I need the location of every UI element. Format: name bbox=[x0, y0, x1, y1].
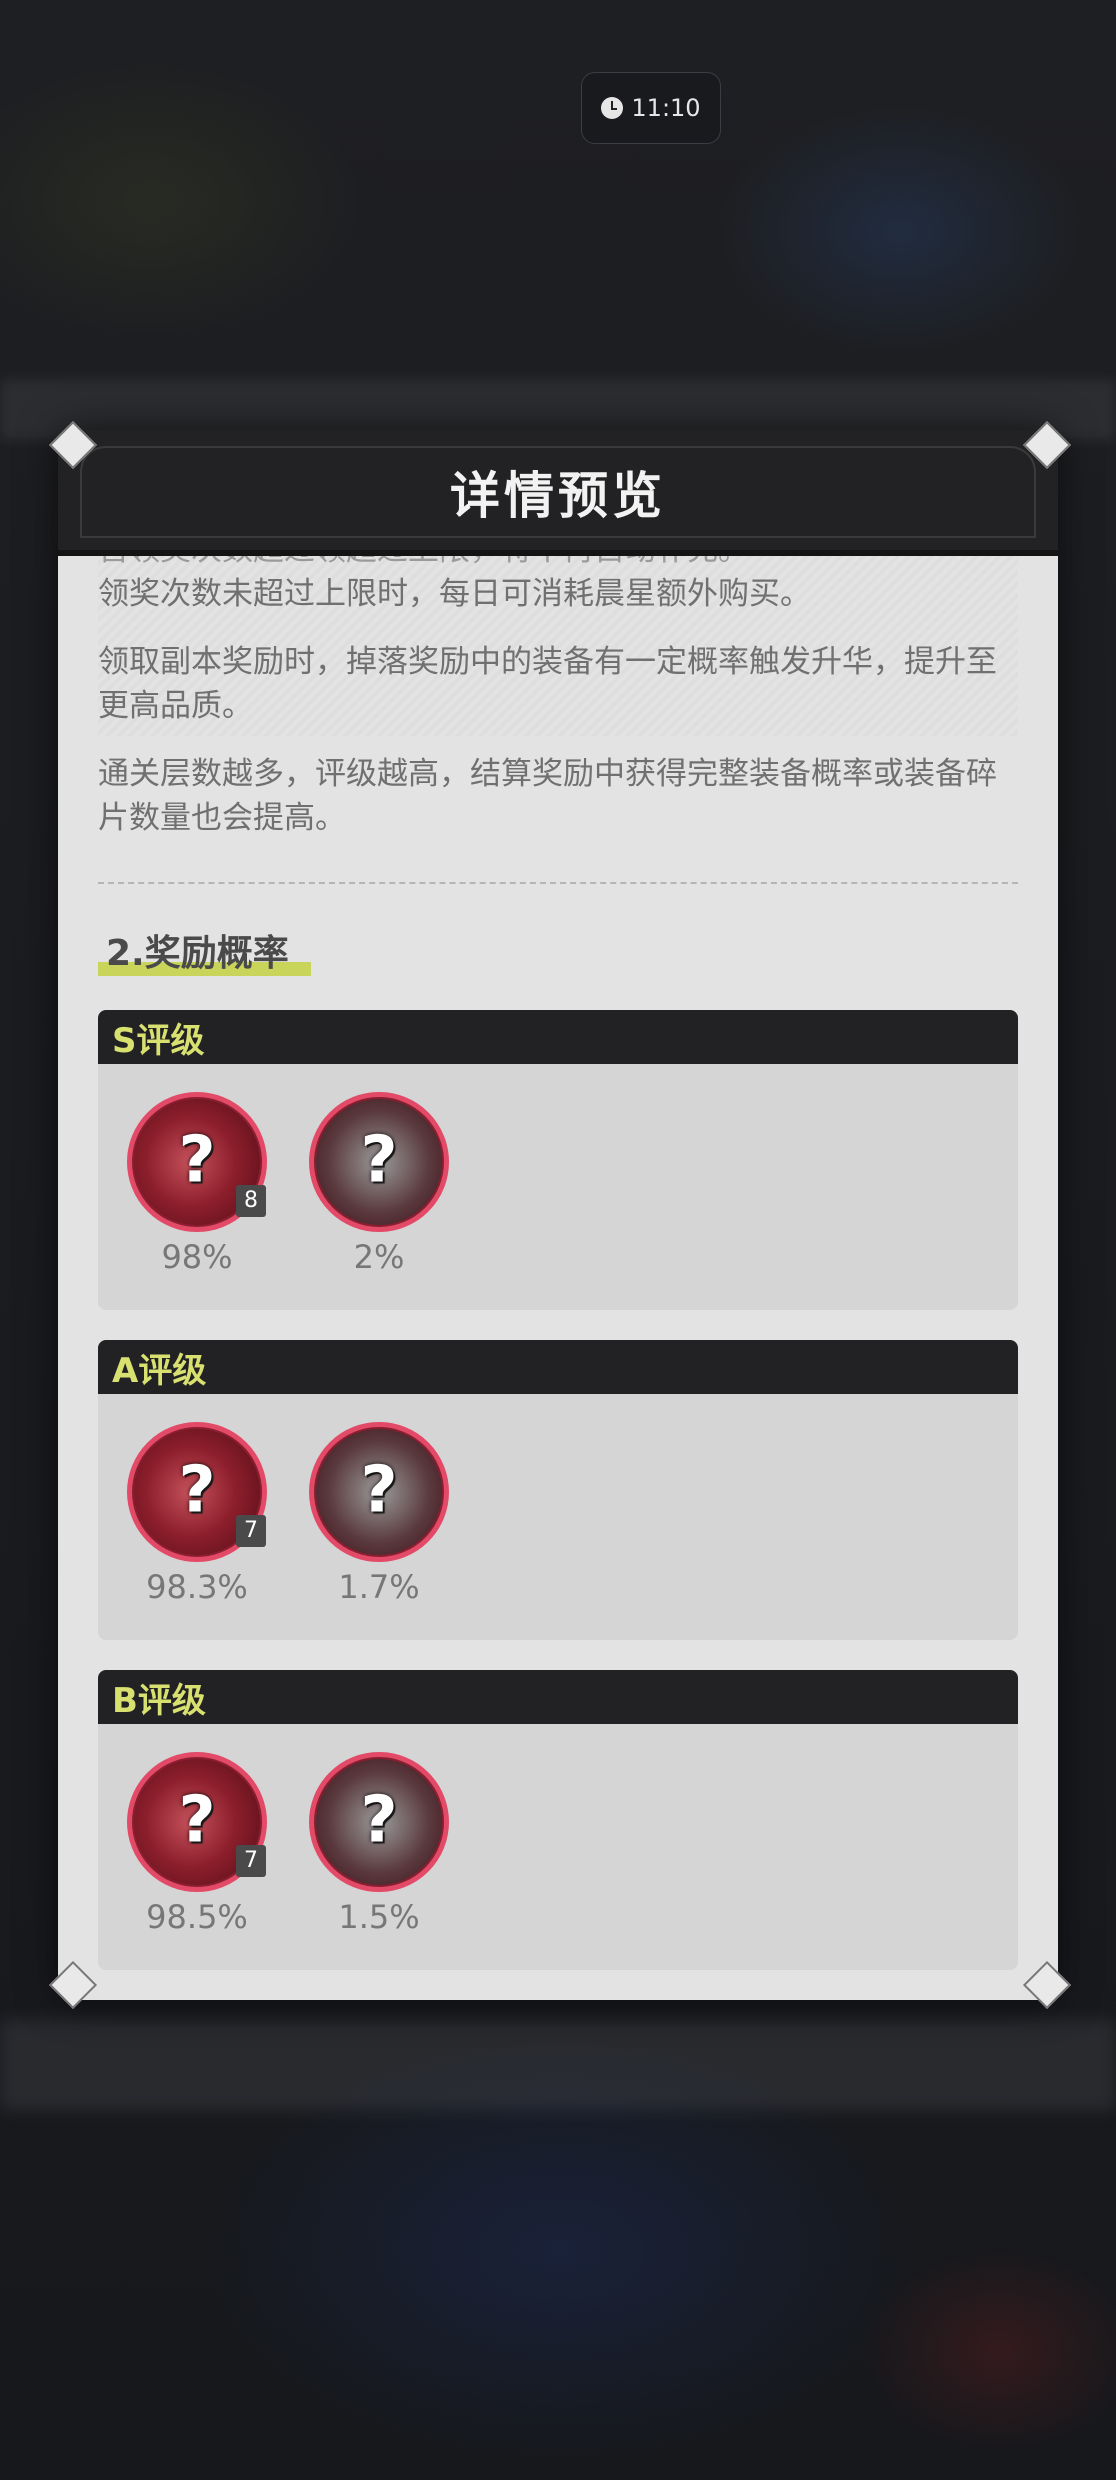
question-mark-icon: ? bbox=[178, 1783, 216, 1858]
reward-item[interactable]: ? 8 98% bbox=[122, 1092, 272, 1276]
equipment-coat-icon[interactable]: ? bbox=[309, 1092, 449, 1232]
equipment-fragment-icon[interactable]: ? 8 bbox=[127, 1092, 267, 1232]
equipment-fragment-icon[interactable]: ? 7 bbox=[127, 1752, 267, 1892]
item-quantity: 7 bbox=[236, 1515, 266, 1547]
question-mark-icon: ? bbox=[360, 1453, 398, 1528]
reward-item[interactable]: ? 1.7% bbox=[304, 1422, 454, 1606]
background-band bbox=[0, 2020, 1116, 2110]
grade-block-a: A评级 ? 7 98.3% ? 1.7% bbox=[98, 1340, 1018, 1640]
item-probability: 1.5% bbox=[338, 1898, 420, 1936]
clock-icon bbox=[601, 97, 624, 119]
divider bbox=[98, 882, 1018, 884]
grade-label: S评级 bbox=[98, 1010, 1018, 1064]
grade-block-b: B评级 ? 7 98.5% ? 1.5% bbox=[98, 1670, 1018, 1970]
reward-list: ? 7 98.3% ? 1.7% bbox=[98, 1394, 1018, 1640]
clock-time: 11:10 bbox=[631, 94, 701, 122]
item-probability: 2% bbox=[353, 1238, 405, 1276]
section-title: 2.奖励概率 bbox=[98, 924, 311, 980]
header-frame: 详情预览 bbox=[80, 446, 1036, 538]
reward-item[interactable]: ? 7 98.3% bbox=[122, 1422, 272, 1606]
grade-block-s: S评级 ? 8 98% ? 2% bbox=[98, 1010, 1018, 1310]
dialog-content-scroll[interactable]: 召领奖次数超过领超过上限，将不再自动补充。 领奖次数未超过上限时，每日可消耗晨星… bbox=[98, 556, 1018, 1976]
item-quantity: 8 bbox=[236, 1185, 266, 1217]
item-probability: 98.5% bbox=[146, 1898, 248, 1936]
clock-pill: 11:10 bbox=[581, 72, 721, 144]
equipment-coat-icon[interactable]: ? bbox=[309, 1752, 449, 1892]
rule-paragraph: 领取副本奖励时，掉落奖励中的装备有一定概率触发升华，提升至更高品质。 bbox=[98, 644, 997, 724]
reward-item[interactable]: ? 1.5% bbox=[304, 1752, 454, 1936]
item-probability: 98.3% bbox=[146, 1568, 248, 1606]
question-mark-icon: ? bbox=[360, 1123, 398, 1198]
equipment-fragment-icon[interactable]: ? 7 bbox=[127, 1422, 267, 1562]
equipment-coat-icon[interactable]: ? bbox=[309, 1422, 449, 1562]
item-quantity: 7 bbox=[236, 1845, 266, 1877]
question-mark-icon: ? bbox=[178, 1453, 216, 1528]
reward-item[interactable]: ? 2% bbox=[304, 1092, 454, 1276]
details-preview-dialog: 详情预览 召领奖次数超过领超过上限，将不再自动补充。 领奖次数未超过上限时，每日… bbox=[58, 430, 1058, 2000]
rule-paragraph: 领奖次数未超过上限时，每日可消耗晨星额外购买。 bbox=[98, 576, 811, 612]
item-probability: 1.7% bbox=[338, 1568, 420, 1606]
reward-list: ? 8 98% ? 2% bbox=[98, 1064, 1018, 1310]
question-mark-icon: ? bbox=[178, 1123, 216, 1198]
section-title-text: 2.奖励概率 bbox=[106, 933, 289, 974]
question-mark-icon: ? bbox=[360, 1783, 398, 1858]
dialog-header: 详情预览 bbox=[58, 430, 1058, 556]
rule-paragraph: 召领奖次数超过领超过上限，将不再自动补充。 bbox=[98, 556, 1018, 572]
dialog-title: 详情预览 bbox=[450, 467, 666, 525]
item-probability: 98% bbox=[161, 1238, 233, 1276]
reward-list: ? 7 98.5% ? 1.5% bbox=[98, 1724, 1018, 1970]
reward-item[interactable]: ? 7 98.5% bbox=[122, 1752, 272, 1936]
grade-label: B评级 bbox=[98, 1670, 1018, 1724]
rule-paragraph: 通关层数越多，评级越高，结算奖励中获得完整装备概率或装备碎片数量也会提高。 bbox=[98, 756, 997, 836]
grade-label: A评级 bbox=[98, 1340, 1018, 1394]
